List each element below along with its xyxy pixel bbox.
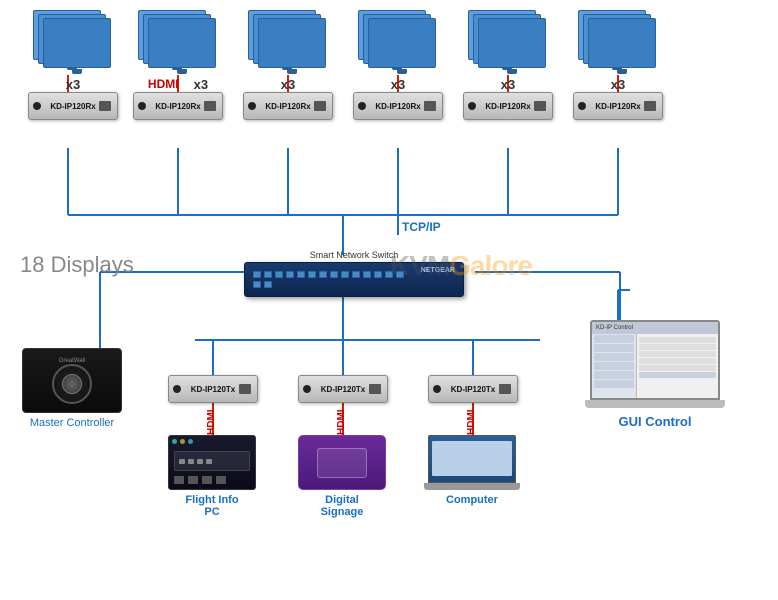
rx5-count: x3 bbox=[501, 77, 515, 92]
rx-unit-1: x3 KD-IP120Rx bbox=[28, 10, 118, 120]
rx1-count: x3 bbox=[66, 77, 80, 92]
switch-label: Smart Network Switch bbox=[310, 250, 399, 260]
rx6-device: KD-IP120Rx bbox=[573, 92, 663, 120]
switch-box: NETGEAR bbox=[244, 262, 464, 297]
signage-device bbox=[298, 435, 386, 490]
switch-port bbox=[352, 271, 360, 278]
network-switch: Smart Network Switch bbox=[244, 250, 464, 297]
tx3-device: KD-IP120Tx bbox=[428, 375, 518, 403]
screen-titlebar: KD-IP Control bbox=[592, 322, 718, 334]
rx-unit-4: x3 KD-IP120Rx bbox=[353, 10, 443, 120]
rx5-device: KD-IP120Rx bbox=[463, 92, 553, 120]
gui-label: GUI Control bbox=[590, 414, 720, 429]
hdmi-label-1: HDMI bbox=[206, 403, 217, 435]
master-label: Master Controller bbox=[22, 417, 122, 429]
rx6-count: x3 bbox=[611, 77, 625, 92]
displays-label: 18 Displays bbox=[20, 252, 134, 278]
switch-port bbox=[341, 271, 349, 278]
flight-pc-label: Flight InfoPC bbox=[185, 494, 238, 518]
gui-control: KD-IP Control bbox=[590, 320, 720, 429]
switch-ports bbox=[253, 271, 413, 288]
switch-port bbox=[319, 271, 327, 278]
laptop-screen: KD-IP Control bbox=[590, 320, 720, 400]
rx1-device: KD-IP120Rx bbox=[28, 92, 118, 120]
rx4-device: KD-IP120Rx bbox=[353, 92, 443, 120]
master-emblem bbox=[52, 364, 92, 404]
switch-port bbox=[275, 271, 283, 278]
switch-port bbox=[330, 271, 338, 278]
switch-port bbox=[385, 271, 393, 278]
tx1-device: KD-IP120Tx bbox=[168, 375, 258, 403]
tx-unit-2: KD-IP120Tx bbox=[298, 375, 388, 403]
switch-port bbox=[286, 271, 294, 278]
tx-unit-3: KD-IP120Tx bbox=[428, 375, 518, 403]
signage-label: DigitalSignage bbox=[321, 494, 364, 518]
master-controller: GreatWall Master Controller bbox=[22, 348, 122, 429]
switch-brand: NETGEAR bbox=[421, 267, 455, 274]
flight-pc-device bbox=[168, 435, 256, 490]
switch-port bbox=[308, 271, 316, 278]
switch-port bbox=[297, 271, 305, 278]
rx-unit-6: x3 KD-IP120Rx bbox=[573, 10, 663, 120]
switch-port bbox=[374, 271, 382, 278]
master-logo-text: GreatWall bbox=[59, 358, 85, 364]
source-flight-pc: Flight InfoPC bbox=[168, 435, 256, 518]
switch-port bbox=[253, 271, 261, 278]
computer-label: Computer bbox=[446, 494, 498, 506]
tx-unit-1: KD-IP120Tx bbox=[168, 375, 258, 403]
rx-unit-2: HDMI x3 KD-IP120Rx bbox=[133, 10, 223, 120]
laptop: KD-IP Control bbox=[590, 320, 720, 410]
hdmi-label-3: HDMI bbox=[466, 403, 477, 435]
master-box: GreatWall bbox=[22, 348, 122, 413]
diagram-container: KVMGalore TCP/IP 18 Displays x3 KD-IP120… bbox=[0, 0, 778, 600]
hdmi-label-2: HDMI bbox=[336, 403, 347, 435]
switch-port bbox=[363, 271, 371, 278]
rx2-device: KD-IP120Rx bbox=[133, 92, 223, 120]
computer-device bbox=[428, 435, 516, 490]
rx3-device: KD-IP120Rx bbox=[243, 92, 333, 120]
tcpip-label: TCP/IP bbox=[402, 220, 441, 234]
source-signage: DigitalSignage bbox=[298, 435, 386, 518]
switch-port bbox=[264, 281, 272, 288]
rx-unit-3: x3 KD-IP120Rx bbox=[243, 10, 333, 120]
source-computer: Computer bbox=[428, 435, 516, 506]
rx3-count: x3 bbox=[281, 77, 295, 92]
switch-port bbox=[396, 271, 404, 278]
rx2-hdmi: HDMI bbox=[148, 77, 179, 91]
tx2-device: KD-IP120Tx bbox=[298, 375, 388, 403]
switch-port bbox=[253, 281, 261, 288]
switch-port bbox=[264, 271, 272, 278]
rx4-count: x3 bbox=[391, 77, 405, 92]
rx2-count: x3 bbox=[194, 77, 208, 92]
rx-unit-5: x3 KD-IP120Rx bbox=[463, 10, 553, 120]
